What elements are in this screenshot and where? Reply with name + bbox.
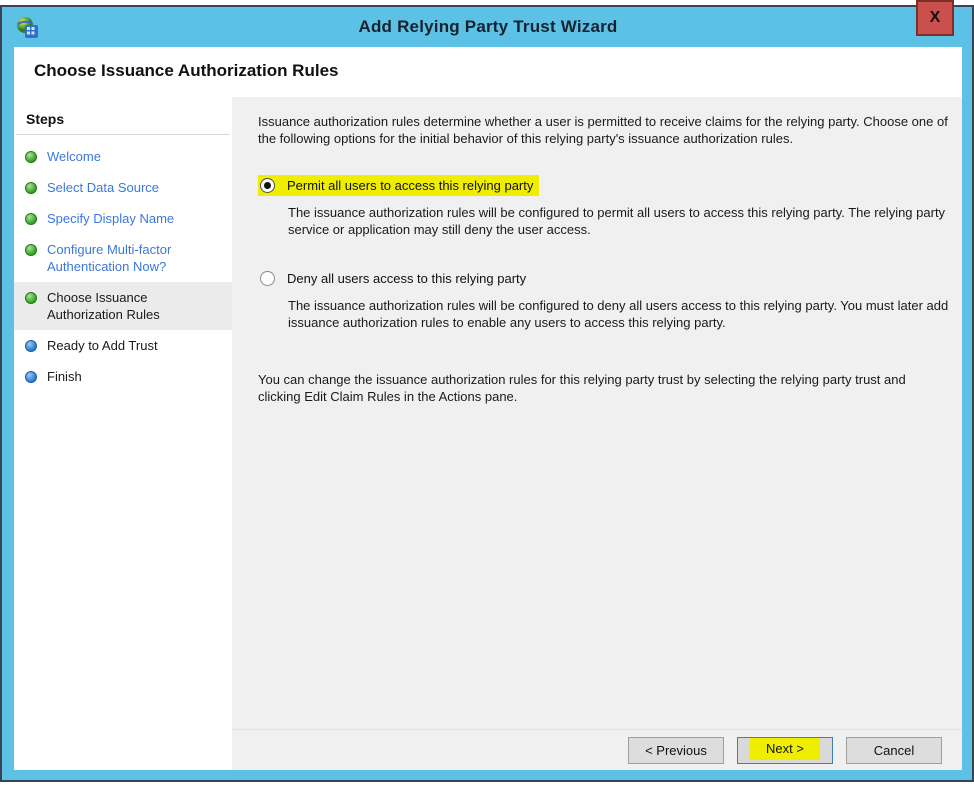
- previous-button[interactable]: < Previous: [628, 736, 724, 764]
- steps-header: Steps: [16, 107, 230, 135]
- wizard-button-row: < Previous Next > Cancel: [232, 729, 962, 770]
- option-deny-all-users: Deny all users access to this relying pa…: [258, 268, 950, 331]
- title-bar[interactable]: Add Relying Party Trust Wizard X: [14, 0, 962, 47]
- option-permit-all-users: Permit all users to access this relying …: [258, 175, 950, 238]
- step-label: Configure Multi-factor Authentication No…: [47, 242, 172, 274]
- step-label: Specify Display Name: [47, 211, 175, 226]
- window-inner: Choose Issuance Authorization Rules Step…: [14, 47, 962, 770]
- permit-option-row[interactable]: Permit all users to access this relying …: [258, 175, 540, 196]
- steps-list: Welcome Select Data Source Specify Displ…: [14, 135, 232, 392]
- sidebar-item-configure-mfa[interactable]: Configure Multi-factor Authentication No…: [14, 234, 232, 282]
- steps-sidebar: Steps Welcome Select Data Source Specify…: [14, 97, 232, 770]
- step-label: Choose Issuance Authorization Rules: [47, 290, 160, 322]
- step-done-icon: [25, 244, 37, 256]
- permit-option-label: Permit all users to access this relying …: [287, 178, 534, 193]
- step-todo-icon: [25, 340, 37, 352]
- sidebar-item-select-data-source[interactable]: Select Data Source: [14, 172, 232, 203]
- heading-band: Choose Issuance Authorization Rules: [14, 47, 962, 97]
- step-label: Welcome: [47, 149, 101, 164]
- step-done-icon: [25, 151, 37, 163]
- sidebar-item-welcome[interactable]: Welcome: [14, 141, 232, 172]
- content-pane: Issuance authorization rules determine w…: [232, 97, 962, 770]
- page-background: Add Relying Party Trust Wizard X Choose …: [0, 0, 974, 791]
- body-row: Steps Welcome Select Data Source Specify…: [14, 97, 962, 770]
- step-label: Finish: [47, 369, 82, 384]
- sidebar-item-finish[interactable]: Finish: [14, 361, 232, 392]
- cancel-button[interactable]: Cancel: [846, 736, 942, 764]
- step-label: Ready to Add Trust: [47, 338, 158, 353]
- step-label: Select Data Source: [47, 180, 160, 195]
- window-title: Add Relying Party Trust Wizard: [358, 17, 618, 36]
- intro-text: Issuance authorization rules determine w…: [258, 114, 948, 146]
- deny-option-description: The issuance authorization rules will be…: [288, 298, 949, 330]
- page-title: Choose Issuance Authorization Rules: [34, 61, 339, 80]
- sidebar-item-specify-display-name[interactable]: Specify Display Name: [14, 203, 232, 234]
- next-button[interactable]: Next >: [737, 736, 833, 764]
- close-button[interactable]: X: [916, 0, 954, 36]
- adfs-app-icon: [16, 16, 40, 40]
- deny-option-label: Deny all users access to this relying pa…: [287, 271, 527, 286]
- next-button-highlight: Next >: [750, 738, 820, 760]
- permit-radio-button[interactable]: [260, 178, 275, 193]
- step-done-icon: [25, 182, 37, 194]
- sidebar-item-ready-to-add-trust[interactable]: Ready to Add Trust: [14, 330, 232, 361]
- permit-option-description: The issuance authorization rules will be…: [288, 205, 946, 237]
- wizard-window: Add Relying Party Trust Wizard X Choose …: [0, 0, 974, 782]
- note-text: You can change the issuance authorizatio…: [258, 372, 906, 404]
- step-done-icon: [25, 213, 37, 225]
- deny-option-row[interactable]: Deny all users access to this relying pa…: [258, 268, 532, 289]
- step-todo-icon: [25, 371, 37, 383]
- step-done-icon: [25, 292, 37, 304]
- sidebar-item-choose-issuance-authorization-rules[interactable]: Choose Issuance Authorization Rules: [14, 282, 232, 330]
- deny-radio-button[interactable]: [260, 271, 275, 286]
